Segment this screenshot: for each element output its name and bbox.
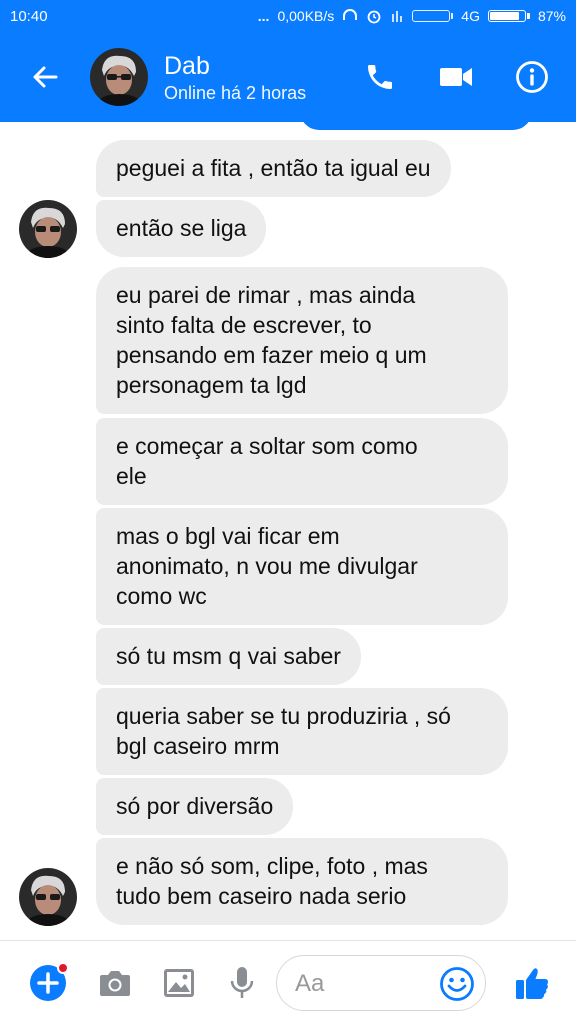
emoji-button[interactable] xyxy=(439,966,475,1002)
sender-avatar[interactable] xyxy=(19,200,77,258)
headphones-icon xyxy=(343,9,358,20)
message-bubble[interactable]: e não só som, clipe, foto , mas tudo bem… xyxy=(96,838,508,925)
header-actions xyxy=(342,32,570,122)
video-camera-icon xyxy=(440,68,472,86)
conversation-header: Dab Online há 2 horas xyxy=(0,32,576,122)
contact-presence: Online há 2 horas xyxy=(164,82,307,103)
message-composer xyxy=(0,940,576,1024)
battery-icon xyxy=(487,10,530,22)
microphone-icon xyxy=(230,967,254,998)
previous-outgoing-bubble xyxy=(300,122,532,130)
network-type: 4G xyxy=(461,8,480,24)
info-icon xyxy=(516,61,548,93)
notification-dot xyxy=(57,962,69,974)
wifi-battery-icon xyxy=(412,10,454,22)
info-button[interactable] xyxy=(494,32,570,122)
voice-call-button[interactable] xyxy=(342,32,418,122)
status-indicators: ... 0,00KB/s 4G 87% xyxy=(258,8,566,24)
thumbs-up-icon xyxy=(516,968,548,999)
image-icon xyxy=(164,969,194,997)
gallery-button[interactable] xyxy=(159,963,199,1003)
signal-off-icon xyxy=(392,11,403,22)
camera-button[interactable] xyxy=(95,963,135,1003)
emoji-icon xyxy=(440,967,474,1001)
back-arrow-icon xyxy=(33,66,58,88)
status-bar: 10:40 ... 0,00KB/s 4G 87% xyxy=(0,0,576,32)
message-bubble[interactable]: então se liga xyxy=(96,200,267,257)
phone-icon xyxy=(368,65,392,89)
message-input-wrapper xyxy=(276,955,486,1011)
message-bubble[interactable]: queria saber se tu produziria , só bgl c… xyxy=(96,688,508,775)
message-bubble[interactable]: eu parei de rimar , mas ainda sinto falt… xyxy=(96,267,508,414)
message-bubble[interactable]: peguei a fita , então ta igual eu xyxy=(96,140,451,197)
network-speed: 0,00KB/s xyxy=(277,8,335,24)
contact-avatar[interactable] xyxy=(90,48,148,106)
message-list[interactable]: peguei a fita , então ta igual eu então … xyxy=(0,122,576,940)
message-bubble[interactable]: só tu msm q vai saber xyxy=(96,628,361,685)
voice-message-button[interactable] xyxy=(222,963,262,1003)
status-time: 10:40 xyxy=(10,7,48,25)
contact-name: Dab xyxy=(164,51,210,80)
status-dots: ... xyxy=(257,8,270,24)
message-bubble[interactable]: mas o bgl vai ficar em anonimato, n vou … xyxy=(96,508,508,625)
contact-info[interactable]: Dab Online há 2 horas xyxy=(164,51,342,104)
video-call-button[interactable] xyxy=(418,32,494,122)
alarm-icon xyxy=(367,10,381,24)
like-button[interactable] xyxy=(510,961,554,1005)
back-button[interactable] xyxy=(0,32,90,122)
battery-percent: 87% xyxy=(537,8,566,24)
message-bubble[interactable]: e começar a soltar som como ele xyxy=(96,418,508,505)
more-actions-button[interactable] xyxy=(30,962,69,1001)
message-input[interactable] xyxy=(295,968,435,1000)
message-bubble[interactable]: só por diversão xyxy=(96,778,294,835)
sender-avatar[interactable] xyxy=(19,868,77,926)
camera-icon xyxy=(100,971,130,996)
